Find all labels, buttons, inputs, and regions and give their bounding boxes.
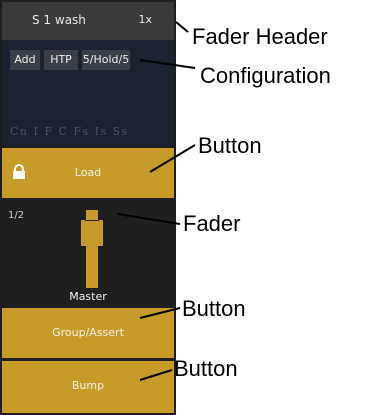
callout-configuration: Configuration — [200, 63, 331, 88]
callout-button-load: Button — [198, 133, 262, 158]
callout-fader-header: Fader Header — [192, 24, 328, 49]
callout-button-bump: Button — [174, 356, 238, 381]
callout-fader: Fader — [183, 211, 241, 236]
callout-button-group: Button — [182, 296, 246, 321]
